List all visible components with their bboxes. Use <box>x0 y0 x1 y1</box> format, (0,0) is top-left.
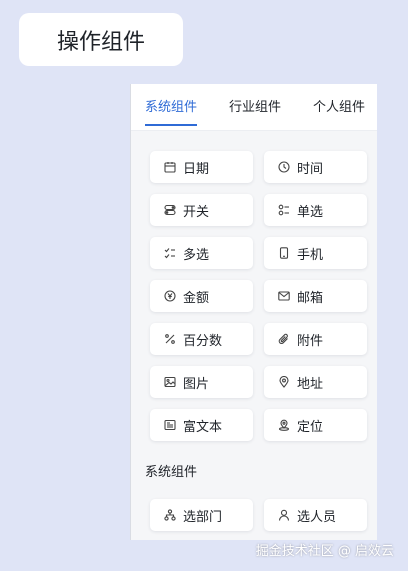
section-title: 系统组件 <box>145 465 198 480</box>
component-label: 地址 <box>297 376 324 392</box>
component-label: 附件 <box>297 333 324 349</box>
component-time[interactable]: 时间 <box>264 151 367 183</box>
component-date[interactable]: 日期 <box>150 151 253 183</box>
paperclip-icon <box>278 333 290 345</box>
mail-icon <box>278 290 290 302</box>
component-switch[interactable]: 开关 <box>150 194 253 226</box>
calendar-icon <box>164 161 176 173</box>
component-phone[interactable]: 手机 <box>264 237 367 269</box>
tab-bar: 系统组件 行业组件 个人组件 <box>131 84 377 131</box>
location-icon <box>278 376 290 388</box>
component-select-department[interactable]: 选部门 <box>150 499 253 531</box>
phone-icon <box>278 247 290 259</box>
yen-icon <box>164 290 176 302</box>
component-label: 图片 <box>183 376 210 392</box>
watermark: 掘金技术社区 @ 启效云 <box>255 544 394 559</box>
page: 操作组件 系统组件 行业组件 个人组件 日期 时间 开关 单选 多选 手机 金额… <box>0 0 408 571</box>
component-positioning[interactable]: 定位 <box>264 409 367 441</box>
component-select-person[interactable]: 选人员 <box>264 499 367 531</box>
component-address[interactable]: 地址 <box>264 366 367 398</box>
component-label: 选人员 <box>297 509 337 525</box>
checkbox-icon <box>164 247 176 259</box>
component-label: 开关 <box>183 204 210 220</box>
component-label: 定位 <box>297 419 324 435</box>
toggle-icon <box>164 204 176 216</box>
component-label: 时间 <box>297 161 324 177</box>
component-label: 百分数 <box>183 333 223 349</box>
component-panel: 系统组件 行业组件 个人组件 日期 时间 开关 单选 多选 手机 金额 邮箱 百… <box>130 84 377 540</box>
radio-icon <box>278 204 290 216</box>
org-icon <box>164 509 176 521</box>
component-email[interactable]: 邮箱 <box>264 280 367 312</box>
component-attachment[interactable]: 附件 <box>264 323 367 355</box>
component-label: 选部门 <box>183 509 223 525</box>
rich-text-icon <box>164 419 176 431</box>
clock-icon <box>278 161 290 173</box>
title-card: 操作组件 <box>19 13 183 66</box>
image-icon <box>164 376 176 388</box>
component-label: 手机 <box>297 247 324 263</box>
map-pin-icon <box>278 419 290 431</box>
component-label: 金额 <box>183 290 210 306</box>
component-label: 日期 <box>183 161 210 177</box>
person-icon <box>278 509 290 521</box>
component-label: 邮箱 <box>297 290 324 306</box>
component-label: 富文本 <box>183 419 223 435</box>
component-percentage[interactable]: 百分数 <box>150 323 253 355</box>
active-tab-indicator <box>145 124 197 126</box>
component-multi-choice[interactable]: 多选 <box>150 237 253 269</box>
component-label: 多选 <box>183 247 210 263</box>
percent-icon <box>164 333 176 345</box>
page-title: 操作组件 <box>56 29 145 55</box>
component-label: 单选 <box>297 204 324 220</box>
component-single-choice[interactable]: 单选 <box>264 194 367 226</box>
tab-system-components[interactable]: 系统组件 <box>145 96 197 115</box>
component-image[interactable]: 图片 <box>150 366 253 398</box>
component-rich-text[interactable]: 富文本 <box>150 409 253 441</box>
tab-personal-components[interactable]: 个人组件 <box>313 96 365 115</box>
component-amount[interactable]: 金额 <box>150 280 253 312</box>
tab-industry-components[interactable]: 行业组件 <box>229 96 281 115</box>
